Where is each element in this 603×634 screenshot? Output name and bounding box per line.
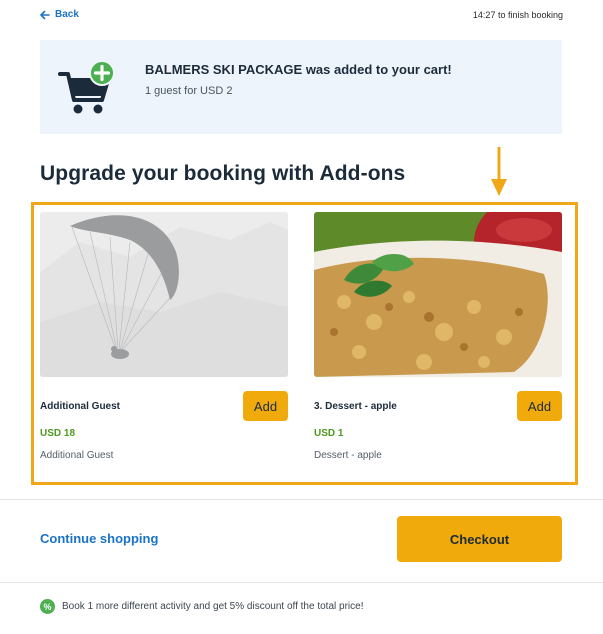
cart-confirmation-banner: BALMERS SKI PACKAGE was added to your ca… — [40, 40, 562, 134]
addon-card-dessert-apple: 3. Dessert - apple Add USD 1 Dessert - a… — [314, 212, 562, 472]
promo-text: Book 1 more different activity and get 5… — [62, 601, 364, 612]
top-bar: Back 14:27 to finish booking — [40, 9, 563, 23]
cart-plus-icon — [58, 60, 118, 118]
continue-shopping-link[interactable]: Continue shopping — [40, 531, 158, 546]
addon-card-additional-guest: Additional Guest Add USD 18 Additional G… — [40, 212, 288, 472]
addon-price: USD 1 — [314, 428, 344, 439]
booking-timer: 14:27 to finish booking — [472, 10, 563, 20]
addon-price: USD 18 — [40, 428, 76, 439]
promo-message: % Book 1 more different activity and get… — [40, 599, 363, 614]
cart-added-title: BALMERS SKI PACKAGE was added to your ca… — [145, 62, 452, 77]
addon-name: 3. Dessert - apple — [314, 401, 397, 412]
divider — [0, 499, 603, 500]
add-button[interactable]: Add — [243, 391, 288, 421]
back-link[interactable]: Back — [40, 9, 79, 20]
apple-crumble-image — [314, 212, 562, 377]
divider — [0, 582, 603, 583]
annotation-arrow-icon — [491, 147, 507, 196]
paraglider-image — [40, 212, 288, 377]
arrow-left-icon — [40, 10, 50, 19]
addons-heading: Upgrade your booking with Add-ons — [40, 162, 406, 185]
back-label: Back — [55, 9, 79, 20]
percent-icon: % — [40, 599, 55, 614]
add-button[interactable]: Add — [517, 391, 562, 421]
addon-description: Additional Guest — [40, 450, 114, 461]
checkout-button[interactable]: Checkout — [397, 516, 562, 562]
addon-description: Dessert - apple — [314, 450, 382, 461]
cart-added-subtitle: 1 guest for USD 2 — [145, 85, 233, 97]
addon-name: Additional Guest — [40, 401, 120, 412]
